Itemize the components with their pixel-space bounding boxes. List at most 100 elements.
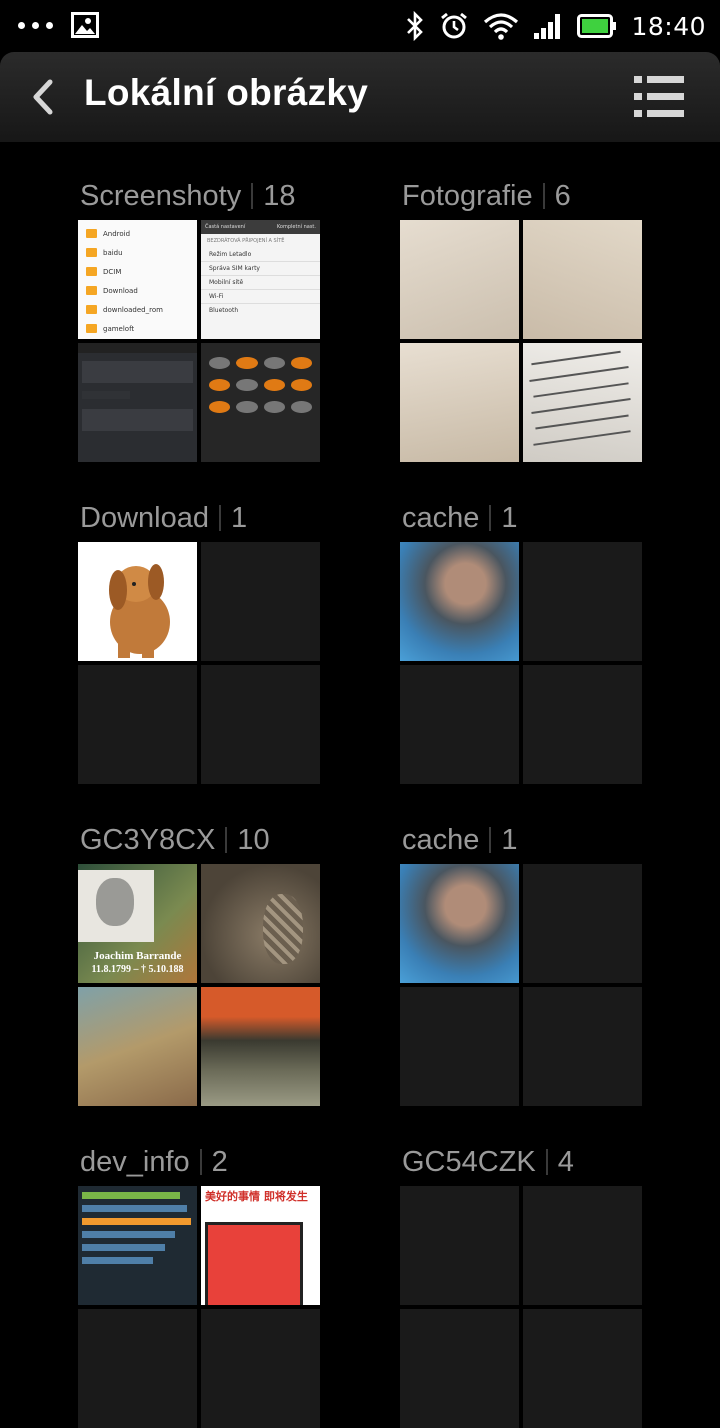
folder-icon (86, 267, 97, 276)
settings-item: Wi-Fi (201, 290, 320, 304)
album-count: 10 (237, 823, 270, 856)
empty-tile (201, 665, 320, 784)
file-name: Android (103, 229, 131, 238)
separator (218, 505, 221, 531)
image-notification-icon (71, 12, 99, 38)
bluetooth-icon (407, 11, 424, 41)
album-name: Fotografie (402, 179, 533, 212)
empty-tile (201, 1309, 320, 1428)
album-thumbnails (400, 1186, 642, 1428)
empty-tile (523, 665, 642, 784)
album-thumbnails: 美好的事情 即将发生 (78, 1186, 320, 1428)
thumbnail-phone: 美好的事情 即将发生 (201, 1186, 320, 1305)
thumbnail-blurred-person (400, 864, 519, 983)
album-count: 1 (501, 823, 518, 856)
empty-tile (523, 987, 642, 1106)
file-name: gameloft (103, 324, 135, 333)
album-gc3y8cx[interactable]: GC3Y8CX 10 Joachim Barrande 11.8.1799 – … (78, 820, 322, 1106)
settings-item: Režim Letadlo (201, 248, 320, 262)
album-download[interactable]: Download 1 (78, 498, 322, 784)
album-cache[interactable]: cache 1 (400, 498, 644, 784)
file-name: DCIM (103, 267, 122, 276)
album-thumbnails (400, 220, 642, 462)
album-gc54czk[interactable]: GC54CZK 4 (400, 1142, 644, 1428)
empty-tile (78, 665, 197, 784)
page-title: Lokální obrázky (84, 72, 369, 113)
album-thumbnails (78, 542, 320, 784)
empty-tile (400, 665, 519, 784)
separator (199, 1149, 202, 1175)
folder-icon (86, 286, 97, 295)
empty-tile (523, 1309, 642, 1428)
thumbnail-notifications (78, 343, 197, 462)
thumbnail-blurred-person (400, 542, 519, 661)
list-view-icon[interactable] (634, 74, 690, 120)
alarm-icon (441, 12, 468, 39)
settings-tab: Kompletní nast. (276, 224, 316, 230)
album-name: Screenshoty (80, 179, 242, 212)
portrait-caption-name: Joachim Barrande (93, 950, 182, 962)
thumbnail-portrait: Joachim Barrande 11.8.1799 – † 5.10.188 (78, 864, 197, 983)
thumbnail-fossil (201, 864, 320, 983)
wifi-icon (484, 13, 519, 40)
action-bar: Lokální obrázky (0, 52, 720, 142)
album-name: cache (402, 823, 480, 856)
album-dev-info[interactable]: dev_info 2 美好的事情 即将发生 (78, 1142, 322, 1428)
separator (545, 1149, 548, 1175)
folder-icon (86, 229, 97, 238)
empty-tile (523, 542, 642, 661)
settings-section: BEZDRÁTOVÁ PŘIPOJENÍ A SÍTĚ (207, 238, 285, 244)
album-fotografie[interactable]: Fotografie 6 (400, 176, 644, 462)
empty-tile (201, 542, 320, 661)
empty-tile (400, 1309, 519, 1428)
album-screenshoty[interactable]: Screenshoty 18 Android baidu DCIM Downlo… (78, 176, 322, 462)
settings-item: Bluetooth (209, 307, 239, 314)
signal-icon (534, 14, 561, 39)
album-thumbnails (400, 864, 642, 1106)
album-count: 18 (263, 179, 296, 212)
phone-promo-text: 美好的事情 即将发生 (205, 1190, 308, 1203)
empty-tile (523, 864, 642, 983)
album-name: Download (80, 501, 209, 534)
battery-icon (577, 14, 617, 38)
separator (225, 827, 228, 853)
empty-tile (78, 1309, 197, 1428)
folder-icon (86, 324, 97, 333)
album-thumbnails: Android baidu DCIM Download downloaded_r… (78, 220, 320, 462)
separator (489, 827, 492, 853)
album-name: dev_info (80, 1145, 190, 1178)
thumbnail-settings: Častá nastavení Kompletní nast. BEZDRÁTO… (201, 220, 320, 339)
file-name: Download (103, 286, 138, 295)
album-cache-2[interactable]: cache 1 (400, 820, 644, 1106)
settings-tab: Častá nastavení (205, 224, 246, 230)
album-count: 6 (554, 179, 571, 212)
separator (489, 505, 492, 531)
thumbnail-benchmark (78, 1186, 197, 1305)
thumbnail-quick-settings (201, 343, 320, 462)
album-count: 1 (501, 501, 518, 534)
thumbnail-photo (523, 220, 642, 339)
folder-icon (86, 248, 97, 257)
back-chevron-icon[interactable] (22, 74, 68, 120)
thumbnail-photo (400, 343, 519, 462)
empty-tile (400, 1186, 519, 1305)
folder-icon (86, 305, 97, 314)
settings-item: Mobilní sítě (201, 276, 320, 290)
thumbnail-dog-photo (78, 542, 197, 661)
file-name: baidu (103, 248, 123, 257)
album-count: 4 (557, 1145, 574, 1178)
album-thumbnails: Joachim Barrande 11.8.1799 – † 5.10.188 (78, 864, 320, 1106)
thumbnail-file-list: Android baidu DCIM Download downloaded_r… (78, 220, 197, 339)
separator (251, 183, 254, 209)
thumbnail-document-photo (523, 343, 642, 462)
album-count: 2 (211, 1145, 228, 1178)
album-thumbnails (400, 542, 642, 784)
thumbnail-landscape (201, 987, 320, 1106)
status-clock: 18:40 (631, 11, 706, 41)
file-name: downloaded_rom (103, 305, 163, 314)
more-dots-icon (18, 10, 53, 40)
portrait-caption-dates: 11.8.1799 – † 5.10.188 (91, 964, 184, 975)
album-name: GC54CZK (402, 1145, 536, 1178)
empty-tile (523, 1186, 642, 1305)
thumbnail-photo (400, 220, 519, 339)
